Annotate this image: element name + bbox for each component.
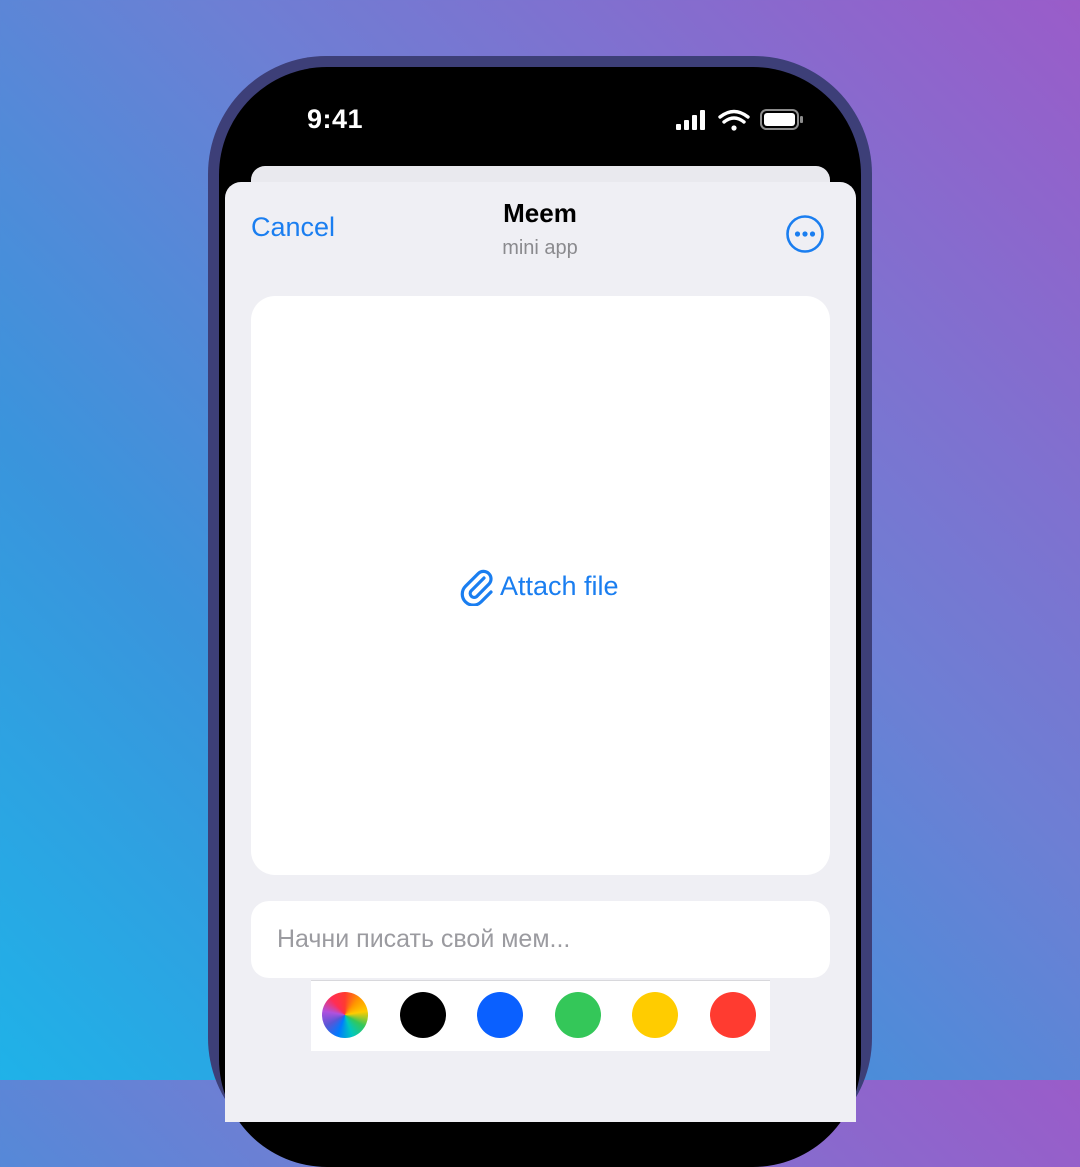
red-swatch[interactable] bbox=[710, 992, 756, 1038]
status-icons bbox=[676, 109, 803, 131]
yellow-swatch[interactable] bbox=[632, 992, 678, 1038]
black-swatch[interactable] bbox=[400, 992, 446, 1038]
attach-file-label: Attach file bbox=[500, 570, 619, 601]
status-time: 9:41 bbox=[307, 104, 364, 134]
signal-icon bbox=[676, 110, 705, 130]
paperclip-icon bbox=[460, 569, 493, 606]
color-palette bbox=[311, 980, 770, 1051]
battery-icon bbox=[760, 109, 803, 130]
meme-text-input[interactable]: Начни писать свой мем... bbox=[251, 901, 830, 978]
blue-swatch[interactable] bbox=[477, 992, 523, 1038]
color-wheel-swatch[interactable] bbox=[322, 992, 368, 1038]
wifi-icon bbox=[718, 109, 750, 131]
green-swatch[interactable] bbox=[555, 992, 601, 1038]
cancel-button[interactable]: Cancel bbox=[251, 212, 335, 243]
more-icon[interactable] bbox=[785, 214, 825, 254]
attach-file-button[interactable]: Attach file bbox=[458, 566, 619, 606]
app-subtitle: mini app bbox=[502, 237, 578, 259]
app-title: Meem bbox=[503, 198, 577, 228]
